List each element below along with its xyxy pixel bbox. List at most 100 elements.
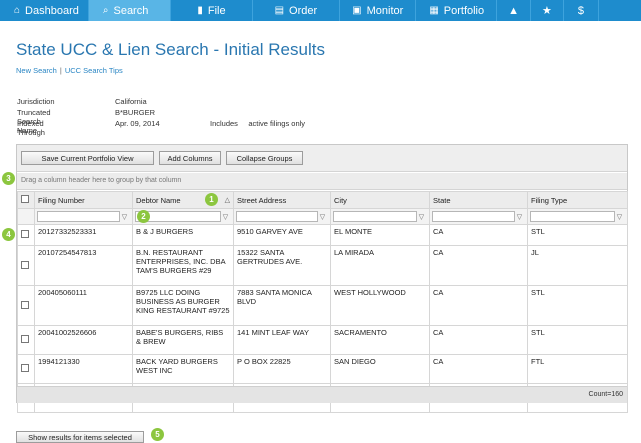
debtor-name-cell: B9725 LLC DOING BUSINESS AS BURGER KING … [132,285,234,326]
filter-row: ▽ ▽ ▽ ▽ ▽ ▽ [17,208,628,225]
monitor-icon: ▣ [352,5,362,16]
debtor-name-cell: B & J BURGERS [132,224,234,246]
add-columns-button[interactable]: Add Columns [159,151,221,165]
state-cell: CA [429,224,528,246]
row-select-cell [17,224,35,246]
table-row[interactable]: 20107254547813 B.N. RESTAURANT ENTERPRIS… [17,245,628,286]
collapse-groups-button[interactable]: Collapse Groups [226,151,303,165]
filter-cell: ▽ [429,208,528,225]
filing-number-cell: 20041002526606 [34,325,133,355]
row-checkbox[interactable] [21,230,29,238]
row-checkbox[interactable] [21,335,29,343]
filing-number-filter-input[interactable] [37,211,120,222]
filter-cell: ▽ [527,208,628,225]
street-address-filter-input[interactable] [236,211,318,222]
callout-badge-5: 5 [151,428,164,441]
street-address-cell: 7883 SANTA MONICA BLVD [233,285,331,326]
column-header-state[interactable]: State [429,191,528,209]
nav-file[interactable]: ▮ File [171,0,253,21]
group-by-hint: Drag a column header here to group by th… [21,177,182,184]
callout-badge-1: 1 [205,193,218,206]
grid-toolbar: Save Current Portfolio View Add Columns … [17,145,627,172]
search-icon: ⌕ [102,5,109,16]
grid-footer: Count=160 [17,386,627,403]
page-title: State UCC & Lien Search - Initial Result… [16,40,325,59]
debtor-name-header-label: Debtor Name [136,195,181,205]
callout-badge-4: 4 [2,228,15,241]
state-cell: CA [429,354,528,384]
nav-order-label: Order [289,4,318,17]
filter-icon[interactable]: ▽ [120,213,129,221]
column-header-city[interactable]: City [330,191,430,209]
search-name-value: B*BURGER [115,108,156,117]
filter-icon[interactable]: ▽ [318,213,327,221]
filter-cell: ▽ [233,208,331,225]
nav-dashboard-label: Dashboard [25,4,79,17]
nav-account[interactable]: ▲ [497,0,532,21]
filing-type-cell: STL [527,285,628,326]
file-icon: ▮ [197,5,203,16]
results-table: Filing Number Debtor Name △ Street Addres… [17,191,628,413]
filter-icon[interactable]: ▽ [417,213,426,221]
callout-badge-3: 3 [2,172,15,185]
new-search-link[interactable]: New Search [16,66,57,75]
cart-icon: ▤ [274,5,285,16]
group-by-drop-area[interactable]: Drag a column header here to group by th… [17,173,627,190]
state-cell: CA [429,285,528,326]
select-all-checkbox[interactable] [21,195,29,203]
nav-file-label: File [207,4,226,17]
includes-text: Includes active filings only [210,119,305,128]
indexed-label: Indexed Through [17,119,45,137]
filter-cell: ▽ [330,208,430,225]
row-checkbox[interactable] [21,300,29,309]
nav-search[interactable]: ⌕ Search [88,0,172,21]
table-row[interactable]: 1994121330 BACK YARD BURGERS WEST INC P … [17,354,628,384]
state-cell: CA [429,325,528,355]
star-icon: ★ [542,5,552,17]
column-header-filing-number[interactable]: Filing Number [34,191,133,209]
callout-badge-2: 2 [137,210,150,223]
user-icon: ▲ [508,4,520,17]
column-header-filing-type[interactable]: Filing Type [527,191,628,209]
row-select-cell [17,245,35,286]
row-checkbox[interactable] [21,364,29,372]
nav-monitor-label: Monitor [366,4,404,17]
show-selected-results-button[interactable]: Show results for items selected [16,431,144,443]
street-address-cell: 141 MINT LEAF WAY [233,325,331,355]
nav-billing[interactable]: $ [564,0,600,21]
table-row[interactable]: 200405060111 B9725 LLC DOING BUSINESS AS… [17,285,628,326]
row-checkbox[interactable] [21,260,29,269]
nav-favorites[interactable]: ★ [531,0,564,21]
nav-dashboard[interactable]: ⌂ Dashboard [0,0,89,21]
nav-portfolio[interactable]: ▦ Portfolio [416,0,498,21]
filter-icon[interactable]: ▽ [221,213,230,221]
sort-ascending-icon[interactable]: △ [225,196,230,204]
column-header-debtor-name[interactable]: Debtor Name △ [132,191,234,209]
filter-icon[interactable]: ▽ [515,213,524,221]
includes-value: active filings only [248,119,306,128]
jurisdiction-label: Jurisdiction [17,97,55,106]
nav-monitor[interactable]: ▣ Monitor [340,0,417,21]
street-address-cell: 15322 SANTA GERTRUDES AVE. [233,245,331,286]
filing-type-cell: STL [527,325,628,355]
city-cell: LA MIRADA [330,245,430,286]
filing-type-filter-input[interactable] [530,211,615,222]
results-grid: Save Current Portfolio View Add Columns … [16,144,628,413]
city-filter-input[interactable] [333,211,417,222]
debtor-name-cell: BABE'S BURGERS, RIBS & BREW [132,325,234,355]
home-icon: ⌂ [14,5,21,16]
debtor-name-cell: BACK YARD BURGERS WEST INC [132,354,234,384]
state-filter-input[interactable] [432,211,515,222]
dollar-icon: $ [577,4,585,17]
filter-icon[interactable]: ▽ [615,213,624,221]
sub-links: New Search | UCC Search Tips [16,66,123,75]
filing-number-cell: 200405060111 [34,285,133,326]
table-row[interactable]: 20041002526606 BABE'S BURGERS, RIBS & BR… [17,325,628,355]
city-cell: SACRAMENTO [330,325,430,355]
save-portfolio-view-button[interactable]: Save Current Portfolio View [21,151,154,165]
ucc-search-tips-link[interactable]: UCC Search Tips [65,66,123,75]
nav-order[interactable]: ▤ Order [253,0,341,21]
link-separator: | [59,66,62,75]
table-row[interactable]: 20127332523331 B & J BURGERS 9510 GARVEY… [17,224,628,246]
column-header-street-address[interactable]: Street Address [233,191,331,209]
